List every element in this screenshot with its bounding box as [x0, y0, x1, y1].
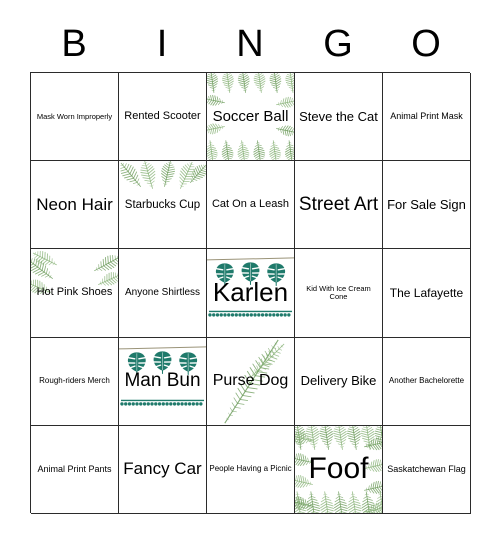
bingo-cell-r2c1[interactable]: Neon Hair — [31, 161, 119, 250]
bingo-cell-label: Purse Dog — [212, 371, 289, 389]
bingo-cell-r4c5[interactable]: Another Bachelorette — [383, 337, 471, 426]
bingo-cell-label: For Sale Sign — [387, 196, 466, 212]
bingo-cell-r4c3[interactable]: Purse Dog — [207, 337, 295, 426]
bingo-cell-label: Foof — [308, 452, 369, 486]
bingo-cell-label: Rough-riders Merch — [39, 375, 110, 385]
bingo-cell-label: Mask Worn Improperly — [36, 111, 113, 121]
bingo-cell-r5c2[interactable]: Fancy Car — [119, 425, 207, 514]
bingo-cell-label: Karlen — [212, 277, 289, 308]
bingo-cell-label: Anyone Shirtless — [124, 286, 201, 298]
bingo-cell-r5c4[interactable]: Foof — [295, 425, 383, 514]
bingo-header-letter-i: I — [156, 23, 168, 65]
bingo-cell-label: Soccer Ball — [212, 107, 289, 125]
bingo-header-letter-o: O — [411, 23, 441, 65]
bingo-cell-label: Kid With Ice Cream Cone — [306, 284, 371, 301]
bingo-cell-r1c5[interactable]: Animal Print Mask — [383, 73, 471, 162]
bingo-cell-label: People Having a Picnic — [209, 464, 292, 474]
bingo-cell-r4c2[interactable]: Man Bun — [119, 337, 207, 426]
bingo-cell-label: Saskatchewan Flag — [387, 463, 466, 474]
bingo-cell-r2c3[interactable]: Cat On a Leash — [207, 161, 295, 250]
bingo-cell-label: Neon Hair — [36, 194, 113, 214]
bingo-cell-r3c4[interactable]: Kid With Ice Cream Cone — [295, 249, 383, 338]
bingo-cell-r1c4[interactable]: Steve the Cat — [295, 73, 383, 162]
bingo-cell-r3c5[interactable]: The Lafayette — [383, 249, 471, 338]
bingo-cell-label: Animal Print Mask — [390, 110, 463, 121]
bingo-cell-label: Starbucks Cup — [124, 198, 201, 211]
bingo-cell-r4c1[interactable]: Rough-riders Merch — [31, 337, 119, 426]
bingo-cell-label: Cat On a Leash — [211, 197, 290, 210]
bingo-cell-r2c2[interactable]: Starbucks Cup — [119, 161, 207, 250]
bingo-cell-label: Rented Scooter — [124, 109, 201, 122]
bingo-cell-r3c2[interactable]: Anyone Shirtless — [119, 249, 207, 338]
bingo-header-letter-g: G — [323, 23, 353, 65]
bingo-cell-label: The Lafayette — [389, 285, 464, 300]
bingo-card: B I N G O Mask Worn Improperly Rented Scooter… — [0, 0, 500, 544]
bingo-cell-label: Street Art — [298, 193, 379, 215]
bingo-cell-label: Another Bachelorette — [388, 375, 465, 385]
bingo-cell-r1c3[interactable]: Soccer Ball — [207, 73, 295, 162]
bingo-cell-r4c4[interactable]: Delivery Bike — [295, 337, 383, 426]
bingo-header-letter-n: N — [236, 23, 264, 65]
bingo-grid: Mask Worn Improperly Rented Scooter Soccer… — [30, 72, 471, 514]
bingo-cell-r3c3[interactable]: Karlen — [207, 249, 295, 338]
bingo-cell-label: Delivery Bike — [300, 373, 377, 389]
bingo-cell-r5c3[interactable]: People Having a Picnic — [207, 425, 295, 514]
bingo-cell-label: Steve the Cat — [299, 108, 378, 124]
bingo-cell-r3c1[interactable]: Hot Pink Shoes — [31, 249, 119, 338]
bingo-cell-r5c1[interactable]: Animal Print Pants — [31, 425, 119, 514]
bingo-cell-r1c1[interactable]: Mask Worn Improperly — [31, 73, 119, 162]
bingo-cell-r5c5[interactable]: Saskatchewan Flag — [383, 425, 471, 514]
bingo-cell-label: Fancy Car — [123, 459, 202, 479]
bingo-cell-label: Man Bun — [124, 370, 201, 392]
bingo-header-letter-b: B — [61, 23, 87, 65]
bingo-cell-r2c4[interactable]: Street Art — [295, 161, 383, 250]
bingo-cell-r2c5[interactable]: For Sale Sign — [383, 161, 471, 250]
bingo-cell-label: Animal Print Pants — [37, 463, 112, 474]
bingo-cell-label: Hot Pink Shoes — [36, 286, 113, 299]
bingo-cell-r1c2[interactable]: Rented Scooter — [119, 73, 207, 162]
bingo-header: BINGO — [30, 16, 470, 72]
